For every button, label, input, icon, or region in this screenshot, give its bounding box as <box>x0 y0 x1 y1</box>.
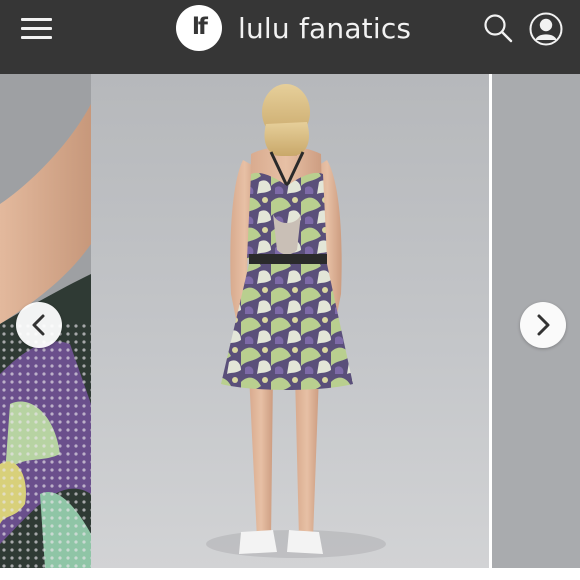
user-profile-icon[interactable] <box>529 12 563 46</box>
logo-monogram: lf <box>192 14 208 40</box>
chevron-left-icon[interactable] <box>16 302 62 348</box>
search-icon[interactable] <box>482 12 514 44</box>
chevron-right-icon[interactable] <box>520 302 566 348</box>
brand-name: lulu fanatics <box>238 11 412 45</box>
hamburger-menu-icon[interactable] <box>19 15 55 43</box>
carousel-slide-main[interactable] <box>91 74 490 568</box>
page-bottom-strip <box>0 568 580 580</box>
top-navigation-bar: lf lulu fanatics <box>0 0 580 74</box>
brand-logo[interactable]: lf lulu fanatics <box>176 5 411 51</box>
logo-badge: lf <box>176 5 222 51</box>
image-carousel[interactable] <box>0 74 580 568</box>
